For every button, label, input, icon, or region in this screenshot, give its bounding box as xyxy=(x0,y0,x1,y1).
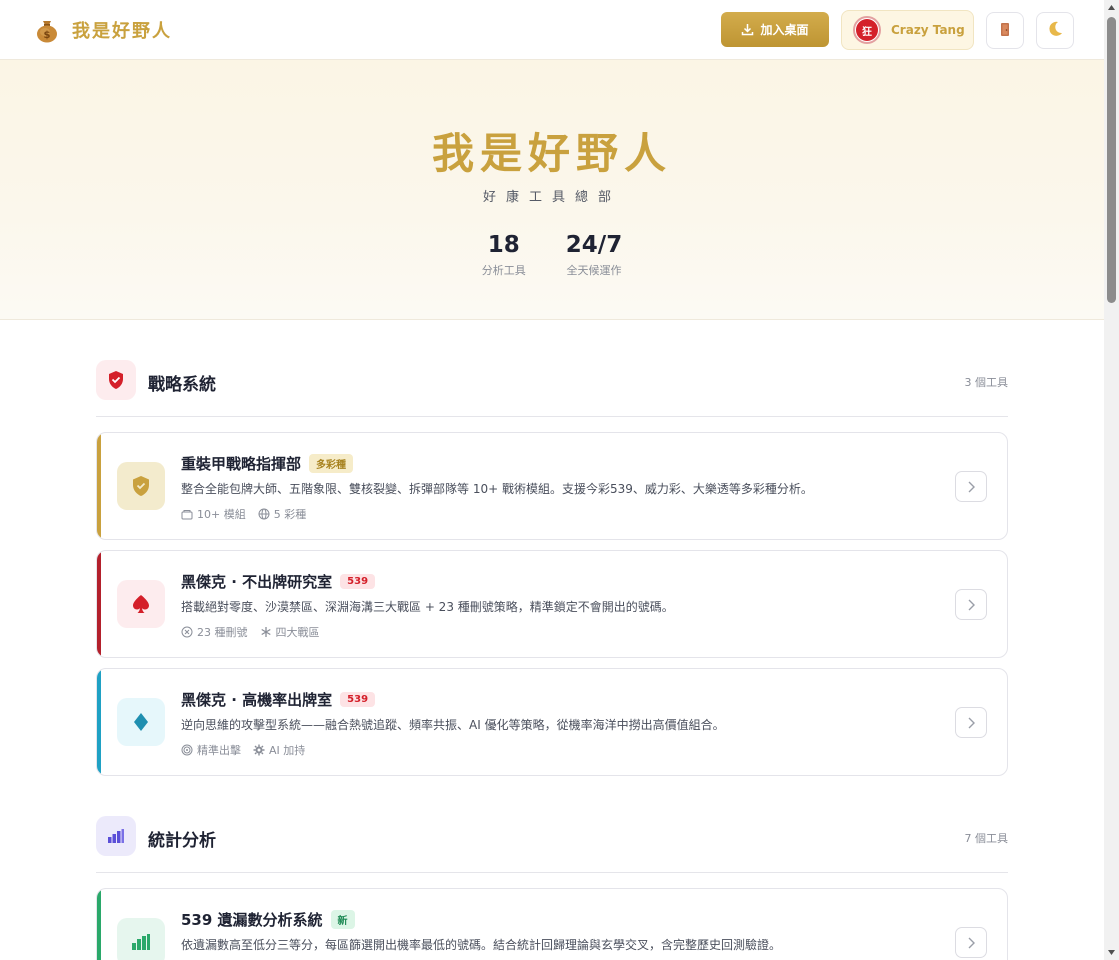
theme-toggle-button[interactable] xyxy=(1036,12,1074,49)
card-title-row: 539 遺漏數分析系統 新 xyxy=(181,909,355,930)
section-header-strategy: 戰略系統 3 個工具 xyxy=(96,360,1008,417)
install-button[interactable]: 加入桌面 xyxy=(721,12,829,47)
card-badge: 539 xyxy=(340,692,376,707)
money-bag-icon: $ xyxy=(34,17,60,43)
chevron-right-icon xyxy=(968,481,975,492)
section-header-statistics: 統計分析 7 個工具 xyxy=(96,816,1008,873)
chevron-right-icon xyxy=(968,599,975,610)
diamond-icon xyxy=(117,698,165,746)
stat-tools: 18 分析工具 xyxy=(482,232,526,278)
card-badge: 539 xyxy=(340,574,376,589)
box-icon xyxy=(181,509,193,519)
stat-value: 18 xyxy=(487,232,520,258)
tool-card-blackjack-exclusion[interactable]: 黑傑克 · 不出牌研究室 539 搭載絕對零度、沙漠禁區、深淵海溝三大戰區 + … xyxy=(96,550,1008,658)
meta-item: AI 加持 xyxy=(253,742,305,758)
moon-icon xyxy=(1046,20,1064,41)
card-accent xyxy=(97,551,101,657)
hero-title: 我是好野人 xyxy=(431,129,672,178)
card-title: 539 遺漏數分析系統 xyxy=(181,911,323,929)
meta-item: 四大戰區 xyxy=(260,624,320,640)
card-meta: 23 種刪號 四大戰區 xyxy=(181,624,332,640)
card-accent xyxy=(97,889,101,960)
top-bar: $ 我是好野人 加入桌面 狂 Crazy Tang xyxy=(0,0,1104,60)
card-accent xyxy=(97,669,101,775)
card-meta: 10+ 模組 5 彩種 xyxy=(181,506,318,522)
shield-icon xyxy=(96,360,136,400)
snowflake-icon xyxy=(260,627,271,637)
meta-item: 10+ 模組 xyxy=(181,506,246,522)
hero-subtitle: 好康工具總部 xyxy=(482,190,621,205)
card-description: 搭載絕對零度、沙漠禁區、深淵海溝三大戰區 + 23 種刪號策略，精準鎖定不會開出… xyxy=(181,600,674,614)
chevron-right-icon xyxy=(968,937,975,948)
avatar: 狂 xyxy=(853,16,881,44)
open-tool-button[interactable] xyxy=(955,927,987,958)
card-title-row: 黑傑克 · 高機率出牌室 539 xyxy=(181,689,376,710)
card-badge: 新 xyxy=(330,910,355,929)
user-profile-chip[interactable]: 狂 Crazy Tang xyxy=(841,10,974,50)
stat-uptime: 24/7 全天候運作 xyxy=(566,232,622,278)
download-icon xyxy=(742,24,754,36)
tool-card-armored-command[interactable]: 重裝甲戰略指揮部 多彩種 整合全能包牌大師、五階象限、雙核裂變、拆彈部隊等 10… xyxy=(96,432,1008,540)
chevron-right-icon xyxy=(968,717,975,728)
card-description: 逆向思維的攻擊型系統——融合熱號追蹤、頻率共振、AI 優化等策略，從機率海洋中撈… xyxy=(181,718,725,732)
hero-banner: 我是好野人 好康工具總部 18 分析工具 24/7 全天候運作 xyxy=(0,60,1104,320)
meta-item: 精準出擊 xyxy=(181,742,241,758)
card-title: 黑傑克 · 高機率出牌室 xyxy=(181,691,333,709)
card-title: 黑傑克 · 不出牌研究室 xyxy=(181,573,333,591)
vertical-scrollbar[interactable] xyxy=(1104,0,1119,960)
card-title-row: 黑傑克 · 不出牌研究室 539 xyxy=(181,571,376,592)
avatar-text: 狂 xyxy=(856,19,878,41)
card-badge: 多彩種 xyxy=(309,454,354,473)
tool-card-blackjack-high-probability[interactable]: 黑傑克 · 高機率出牌室 539 逆向思維的攻擊型系統——融合熱號追蹤、頻率共振… xyxy=(96,668,1008,776)
bar-chart-icon xyxy=(117,918,165,960)
section-count: 3 個工具 xyxy=(964,376,1009,389)
svg-text:$: $ xyxy=(44,30,51,41)
section-title: 戰略系統 xyxy=(148,375,216,395)
stat-label: 分析工具 xyxy=(481,264,526,277)
card-meta: 精準出擊 AI 加持 xyxy=(181,742,317,758)
card-title: 重裝甲戰略指揮部 xyxy=(181,455,302,473)
scrollbar-thumb[interactable] xyxy=(1107,17,1116,303)
door-icon xyxy=(1000,22,1010,40)
install-label: 加入桌面 xyxy=(760,23,809,37)
gear-icon xyxy=(253,744,265,756)
card-title-row: 重裝甲戰略指揮部 多彩種 xyxy=(181,453,354,474)
scroll-down-arrow-icon[interactable] xyxy=(1104,945,1119,960)
x-circle-icon xyxy=(181,626,193,638)
section-count: 7 個工具 xyxy=(964,832,1009,845)
shield-icon xyxy=(117,462,165,510)
card-description: 整合全能包牌大師、五階象限、雙核裂變、拆彈部隊等 10+ 戰術模組。支援今彩53… xyxy=(181,482,813,496)
section-title: 統計分析 xyxy=(148,831,216,851)
card-accent xyxy=(97,433,101,539)
open-tool-button[interactable] xyxy=(955,707,987,738)
stats-row: 18 分析工具 24/7 全天候運作 xyxy=(0,232,1104,278)
open-tool-button[interactable] xyxy=(955,589,987,620)
meta-item: 23 種刪號 xyxy=(181,624,248,640)
user-name: Crazy Tang xyxy=(891,23,965,37)
globe-icon xyxy=(258,508,270,520)
brand-title: 我是好野人 xyxy=(72,21,172,42)
stat-value: 24/7 xyxy=(565,232,623,258)
target-icon xyxy=(181,744,193,756)
open-tool-button[interactable] xyxy=(955,471,987,502)
meta-item: 5 彩種 xyxy=(258,506,306,522)
bar-chart-icon xyxy=(96,816,136,856)
brand[interactable]: $ 我是好野人 xyxy=(34,17,172,43)
card-description: 依遺漏數高至低分三等分，每區篩選開出機率最低的號碼。結合統計回歸理論與玄學交叉，… xyxy=(181,938,782,952)
scroll-up-arrow-icon[interactable] xyxy=(1104,0,1119,15)
stat-label: 全天候運作 xyxy=(566,264,622,277)
spade-icon xyxy=(117,580,165,628)
logout-button[interactable] xyxy=(986,12,1024,49)
tool-card-539-missing-analysis[interactable]: 539 遺漏數分析系統 新 依遺漏數高至低分三等分，每區篩選開出機率最低的號碼。… xyxy=(96,888,1008,960)
